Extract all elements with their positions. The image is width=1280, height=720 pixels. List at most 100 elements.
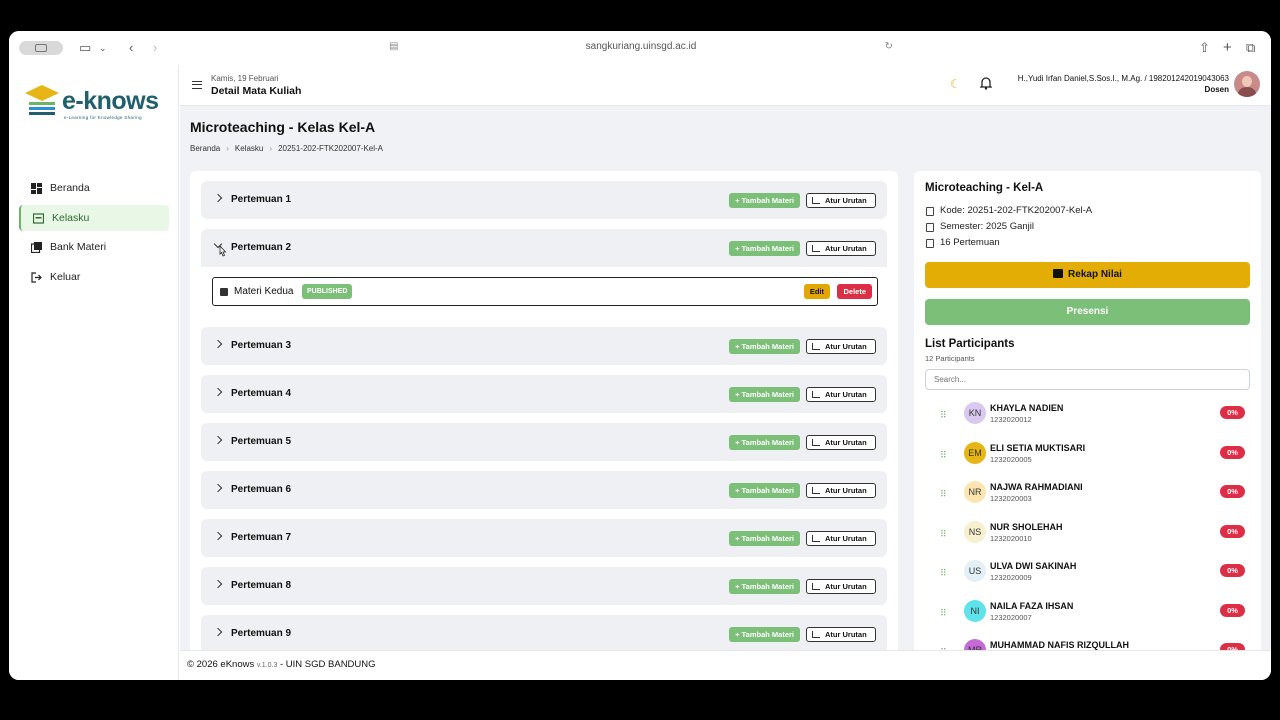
participant-row[interactable]: ⠿MRMUHAMMAD NAFIS RIZQULLAH0% [925,634,1250,650]
participant-name: NAILA FAZA IHSAN [990,600,1074,611]
add-material-button[interactable]: + Tambah Materi [729,627,800,642]
drag-handle-icon[interactable]: ⠿ [940,608,947,619]
reorder-button[interactable]: Atur Urutan [806,483,876,498]
calendar-icon [926,223,934,232]
edit-button[interactable]: Edit [803,284,830,299]
sort-icon [812,487,820,494]
participant-avatar: KN [964,402,986,424]
chevron-right-icon[interactable] [213,483,223,493]
course-semester: Semester: 2025 Ganjil [925,221,1034,232]
reorder-button[interactable]: Atur Urutan [806,579,876,594]
add-material-button[interactable]: + Tambah Materi [729,579,800,594]
participant-row[interactable]: ⠿ NR NAJWA RAHMADIANI 1232020003 0% [925,476,1250,512]
meeting-row[interactable]: Pertemuan 8 + Tambah Materi Atur Urutan [201,567,887,605]
add-material-button[interactable]: + Tambah Materi [729,483,800,498]
new-tab-icon[interactable]: + [1223,40,1232,56]
breadcrumb-item[interactable]: Beranda [190,144,220,153]
presensi-button[interactable]: Presensi [925,299,1250,325]
add-material-button[interactable]: + Tambah Materi [729,193,800,208]
participant-search-input[interactable] [925,369,1250,390]
drag-handle-icon[interactable]: ⠿ [940,529,947,540]
breadcrumb-item[interactable]: Kelasku [235,144,263,153]
app-logo[interactable]: e-knows e-Learning for Knowledge Sharing [24,83,164,123]
meeting-row[interactable]: Pertemuan 1 + Tambah Materi Atur Urutan [201,181,887,219]
tabs-icon[interactable]: ⧉ [1246,40,1255,56]
meeting-title: Pertemuan 7 [231,532,292,543]
participant-row[interactable]: ⠿ EM ELI SETIA MUKTISARI 1232020005 0% [925,437,1250,473]
sidebar-item-keluar[interactable]: Keluar [19,264,169,290]
participant-row[interactable]: ⠿ US ULVA DWI SAKINAH 1232020009 0% [925,555,1250,591]
sidebar-toggle-icon[interactable]: ▭ [79,40,91,56]
back-icon[interactable]: ‹ [129,40,133,56]
library-icon [31,242,42,253]
chevron-right-icon[interactable] [213,193,223,203]
add-material-button[interactable]: + Tambah Materi [729,339,800,354]
meeting-title: Pertemuan 9 [231,628,292,639]
bell-icon[interactable] [980,76,992,90]
participant-row[interactable]: ⠿ KN KHAYLA NADIEN 1232020012 0% [925,397,1250,433]
reload-icon[interactable]: ↻ [885,41,893,52]
participants-count: 12 Participants [925,354,975,363]
meeting-title: Pertemuan 8 [231,580,292,591]
delete-button[interactable]: Delete [837,284,872,299]
sidebar-item-label: Kelasku [52,211,90,224]
add-material-button[interactable]: + Tambah Materi [729,241,800,256]
course-info-panel: Microteaching - Kel-A Kode: 20251-202-FT… [914,171,1261,650]
material-item[interactable]: Materi Kedua PUBLISHED Edit Delete [212,277,878,306]
reorder-button[interactable]: Atur Urutan [806,241,876,256]
meeting-row[interactable]: Pertemuan 5 + Tambah Materi Atur Urutan [201,423,887,461]
participant-row[interactable]: ⠿ NI NAILA FAZA IHSAN 1232020007 0% [925,595,1250,631]
menu-icon[interactable] [192,81,202,89]
drag-handle-icon[interactable]: ⠿ [940,489,947,500]
chevron-down-icon[interactable]: ⌄ [99,40,107,56]
drag-handle-icon[interactable]: ⠿ [940,450,947,461]
add-material-button[interactable]: + Tambah Materi [729,435,800,450]
address-bar[interactable]: ▤ sangkuriang.uinsgd.ac.id ↻ [381,37,901,59]
chevron-right-icon[interactable] [213,579,223,589]
chevron-right-icon[interactable] [213,435,223,445]
sidebar-nav: Beranda Kelasku Bank Materi Keluar [19,175,169,293]
rekap-nilai-button[interactable]: Rekap Nilai [925,262,1250,288]
window-controls[interactable] [19,41,63,55]
participant-avatar: MR [964,639,986,650]
meeting-row[interactable]: Pertemuan 6 + Tambah Materi Atur Urutan [201,471,887,509]
meeting-row[interactable]: Pertemuan 9 + Tambah Materi Atur Urutan [201,615,887,650]
participant-id: 1232020012 [990,415,1032,424]
participant-avatar: NR [964,481,986,503]
sidebar-item-beranda[interactable]: Beranda [19,175,169,201]
chevron-right-icon[interactable] [213,387,223,397]
participant-row[interactable]: ⠿ NS NUR SHOLEHAH 1232020010 0% [925,516,1250,552]
add-material-button[interactable]: + Tambah Materi [729,387,800,402]
share-icon[interactable]: ⇧ [1199,40,1210,56]
participant-id: 1232020007 [990,612,1032,622]
sidebar-item-bank-materi[interactable]: Bank Materi [19,234,169,260]
reorder-label: Atur Urutan [825,342,867,351]
reorder-button[interactable]: Atur Urutan [806,387,876,402]
chevron-right-icon[interactable] [213,531,223,541]
reorder-button[interactable]: Atur Urutan [806,435,876,450]
meeting-title: Pertemuan 6 [231,484,292,495]
reorder-label: Atur Urutan [825,244,867,253]
chevron-right-icon[interactable] [213,627,223,637]
chevron-right-icon[interactable] [213,339,223,349]
sidebar-item-kelasku[interactable]: Kelasku [19,204,169,231]
participant-avatar: EM [964,441,986,464]
meeting-title: Pertemuan 2 [231,242,292,253]
user-role: Dosen [1204,85,1229,94]
progress-badge: 0% [1220,564,1245,577]
avatar[interactable] [1234,71,1260,97]
drag-handle-icon[interactable]: ⠿ [940,568,947,579]
reorder-button[interactable]: Atur Urutan [806,627,876,642]
moon-icon[interactable]: ☾ [950,77,961,91]
meeting-row[interactable]: Pertemuan 3 + Tambah Materi Atur Urutan [201,327,887,365]
meeting-row[interactable]: Pertemuan 4 + Tambah Materi Atur Urutan [201,375,887,413]
add-material-button[interactable]: + Tambah Materi [729,531,800,546]
meeting-row[interactable]: Pertemuan 7 + Tambah Materi Atur Urutan [201,519,887,557]
drag-handle-icon[interactable]: ⠿ [940,410,947,421]
reorder-button[interactable]: Atur Urutan [806,193,876,208]
reorder-button[interactable]: Atur Urutan [806,339,876,354]
progress-badge: 0% [1220,406,1245,419]
reorder-button[interactable]: Atur Urutan [806,531,876,546]
forward-icon[interactable]: › [153,40,157,56]
meeting-row[interactable]: Pertemuan 2 + Tambah Materi Atur Urutan [201,229,887,267]
